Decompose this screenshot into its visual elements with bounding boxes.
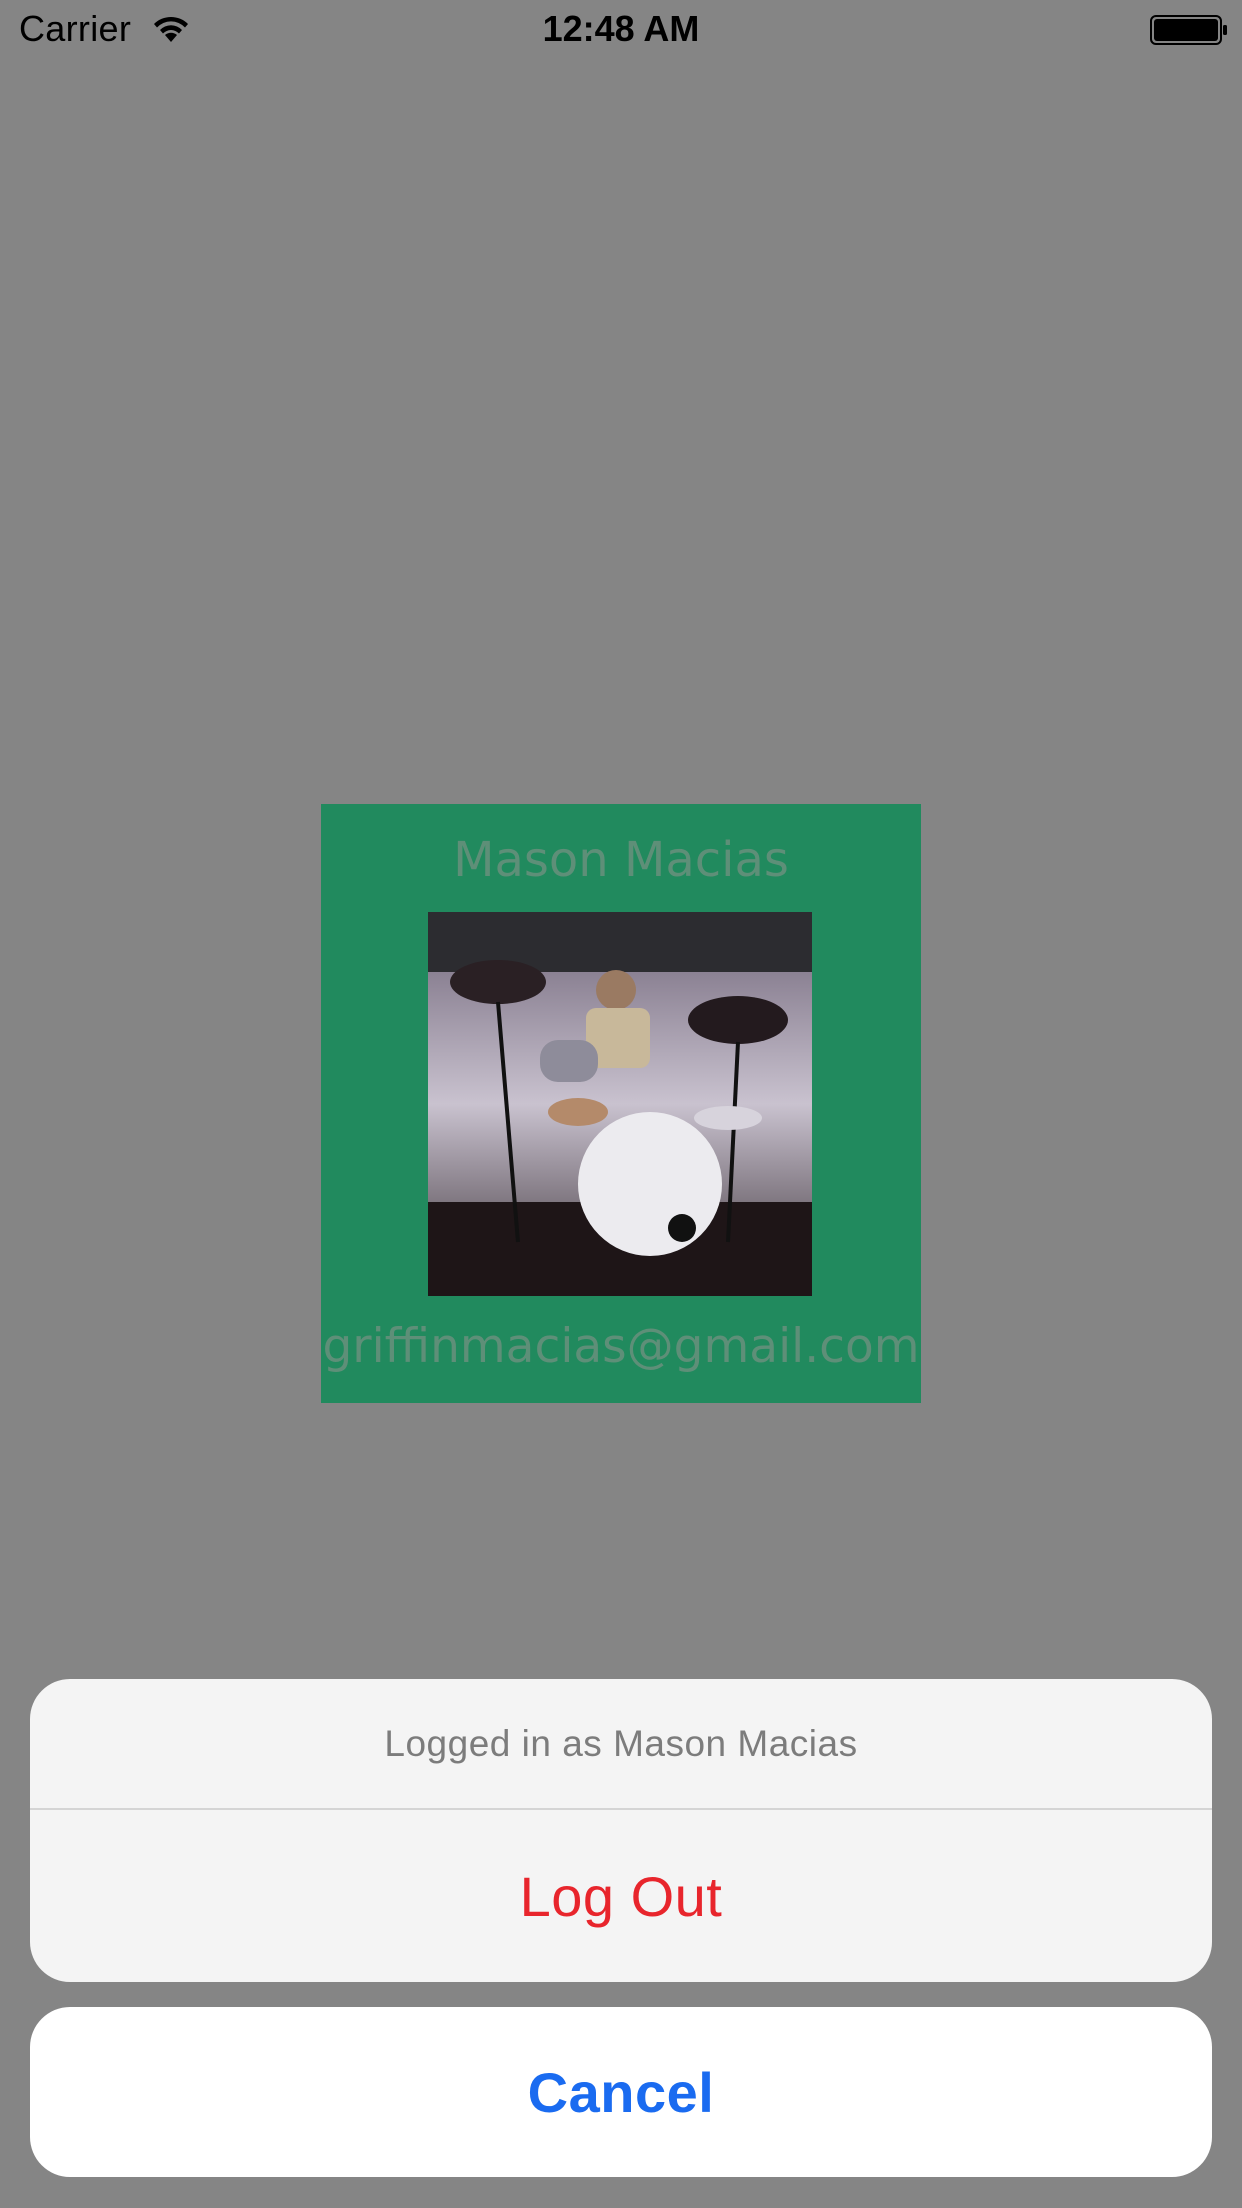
action-sheet: Logged in as Mason Macias Log Out xyxy=(30,1679,1212,1982)
battery-icon xyxy=(1150,15,1227,45)
profile-photo xyxy=(428,912,812,1296)
clock: 12:48 AM xyxy=(542,8,700,49)
drummer-photo-illustration xyxy=(428,912,812,1296)
log-out-button[interactable]: Log Out xyxy=(30,1810,1212,1982)
profile-card: Mason Macias griffinmacias@gmail.com xyxy=(321,804,921,1403)
cancel-button[interactable]: Cancel xyxy=(30,2007,1212,2177)
action-sheet-title: Logged in as Mason Macias xyxy=(30,1679,1212,1810)
profile-name: Mason Macias xyxy=(453,832,789,888)
profile-email: griffinmacias@gmail.com xyxy=(322,1319,920,1374)
status-bar: Carrier 12:48 AM xyxy=(0,0,1242,60)
